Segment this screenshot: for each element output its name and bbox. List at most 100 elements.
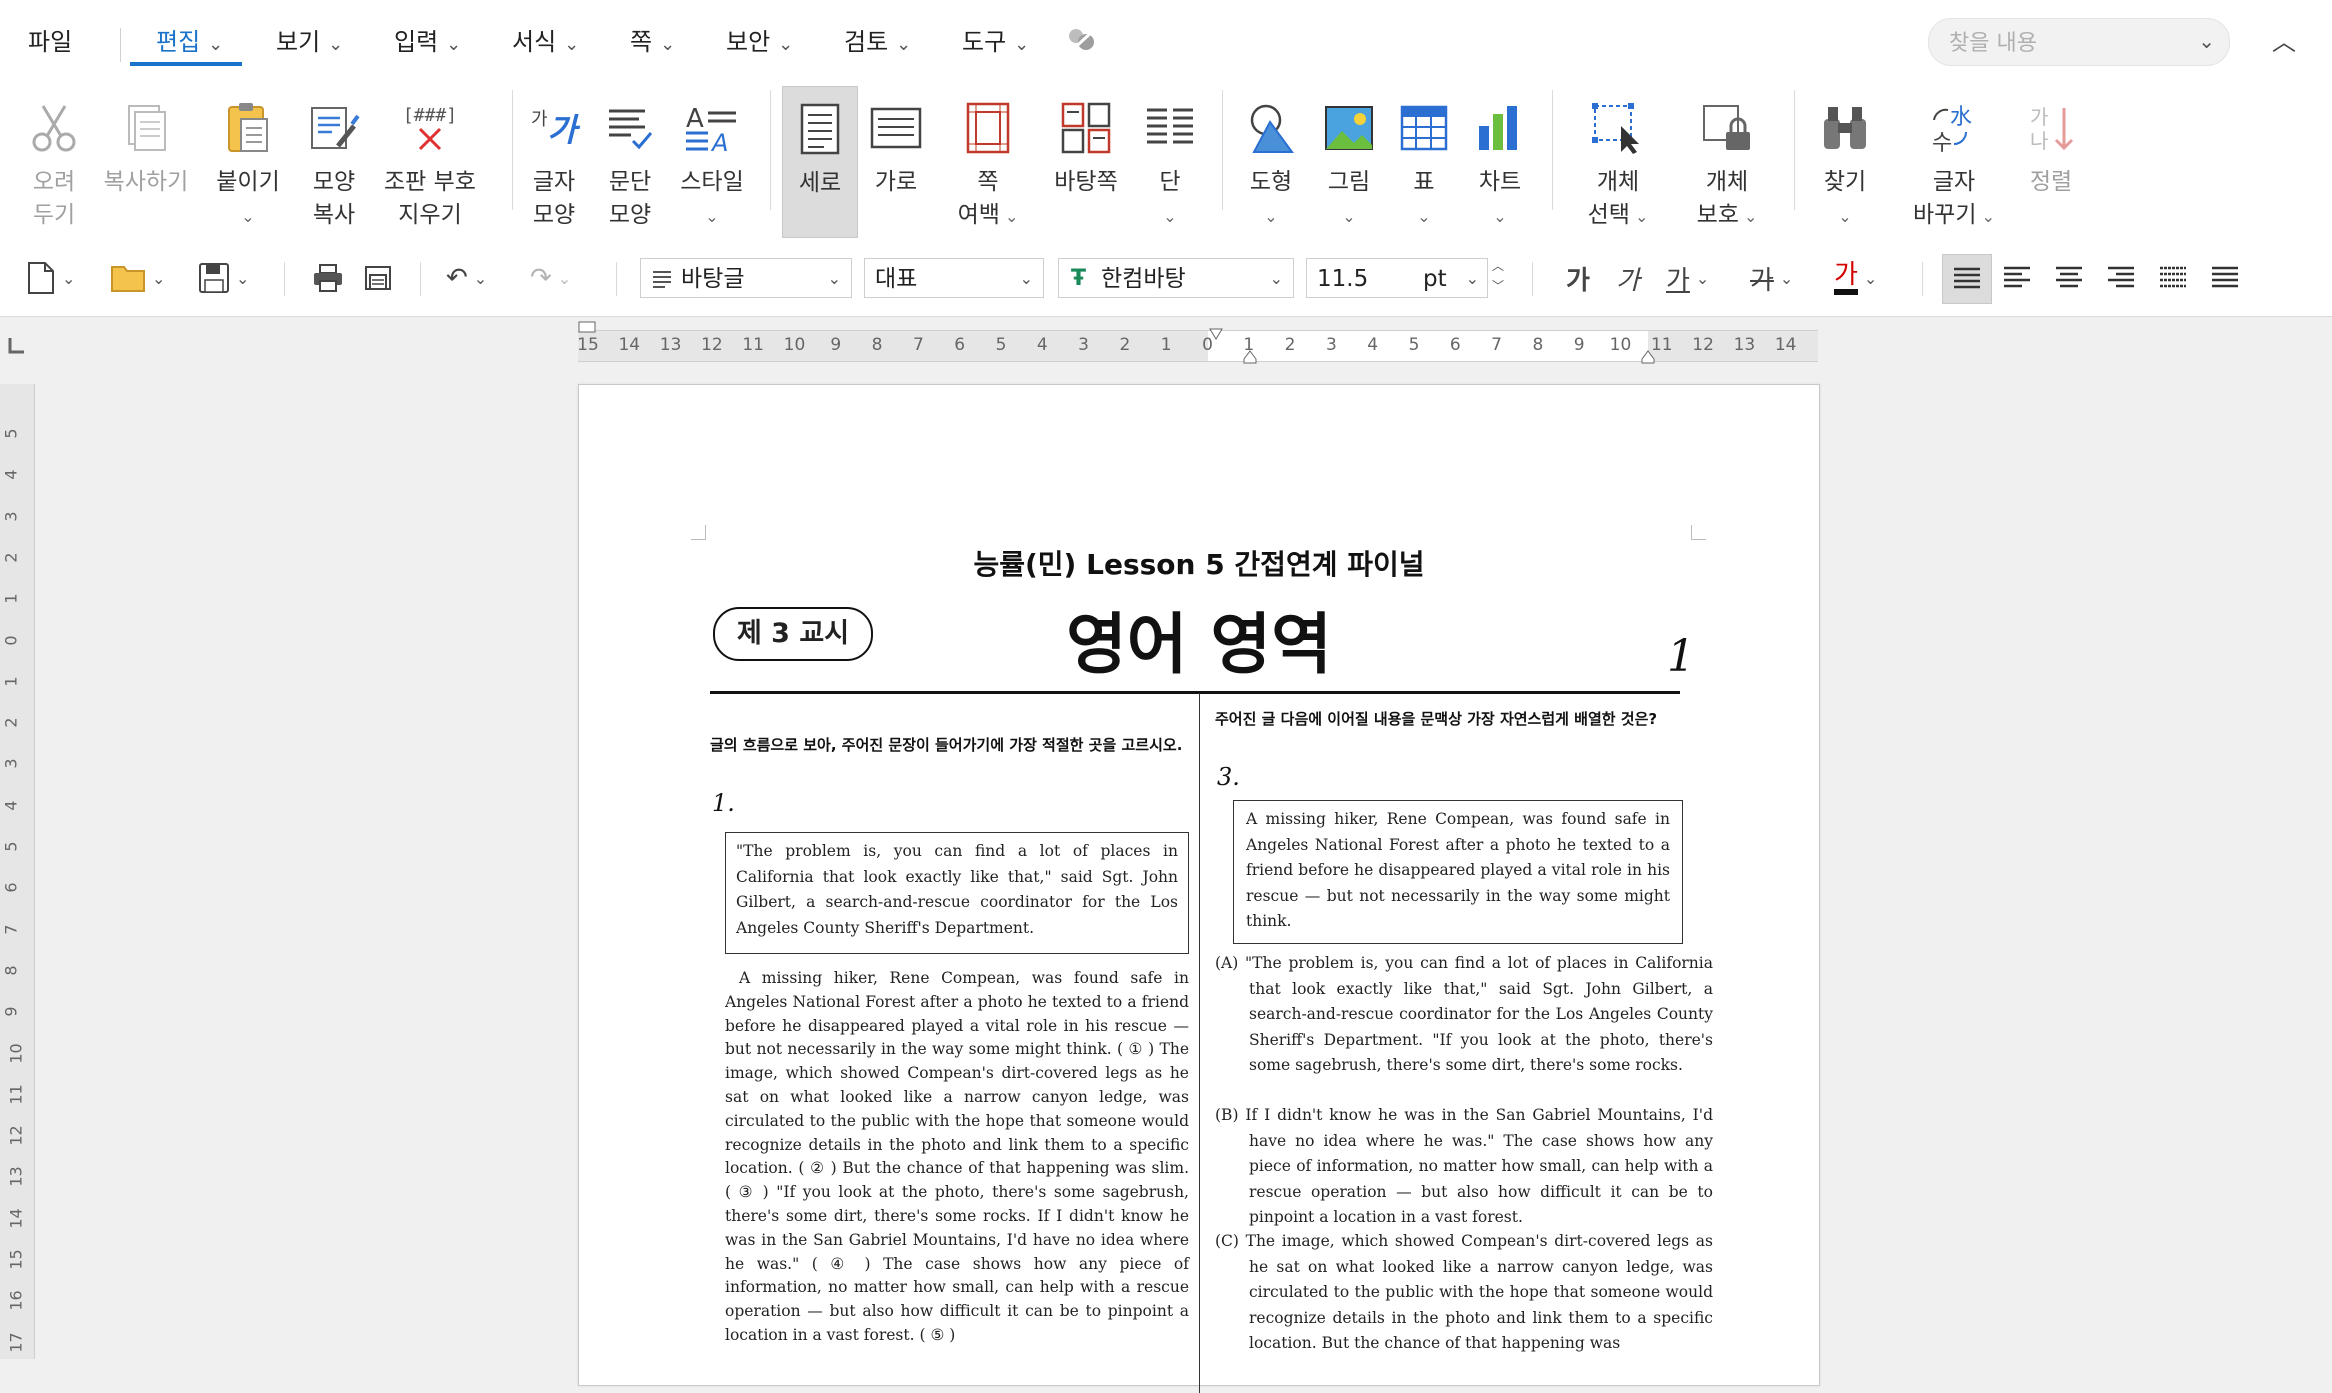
chevron-down-icon[interactable]: ⌄	[474, 269, 487, 288]
replace-button[interactable]: 水수 글자 바꾸기 ⌄	[1906, 92, 2002, 232]
chevron-down-icon[interactable]: ⌄	[1864, 269, 1877, 288]
char-shape-label: 글자 모양	[532, 169, 576, 228]
select-object-button[interactable]: 개체 선택 ⌄	[1576, 92, 1660, 232]
style-select[interactable]: 바탕글 ⌄	[640, 258, 852, 298]
bold-button[interactable]: 가	[1566, 258, 1590, 298]
menu-review[interactable]: 검토 ⌄	[844, 22, 911, 62]
columns-button[interactable]: 단 ⌄	[1136, 92, 1204, 232]
font-size-field[interactable]: 11.5 pt ⌄	[1306, 258, 1488, 298]
paste-button[interactable]: 붙이기 ⌄	[206, 92, 290, 232]
menu-security[interactable]: 보안 ⌄	[726, 22, 793, 62]
menu-edit[interactable]: 편집 ⌄	[156, 22, 223, 62]
ruler-margin-marker-icon[interactable]	[578, 321, 596, 333]
char-shape-button[interactable]: 가가 글자 모양	[520, 92, 588, 232]
page-margin-button[interactable]: 쪽 여백 ⌄	[948, 92, 1028, 232]
align-justify-button[interactable]	[1942, 254, 1992, 304]
chevron-down-icon[interactable]: ⌄	[152, 269, 165, 288]
chevron-down-icon[interactable]: ⌄	[236, 269, 249, 288]
horizontal-ruler[interactable]: 15 14 13 12 11 10 9 8 7 6 5 4 3 2 1 0 1 2 3 4 5 6 7 8 9 10 11 12 13 1…	[577, 321, 1818, 365]
para-shape-label: 문단 모양	[608, 169, 652, 228]
master-page-button[interactable]: 바탕쪽	[1046, 92, 1126, 232]
portrait-button[interactable]: 세로	[782, 86, 858, 238]
print-button[interactable]	[312, 258, 344, 298]
underline-button[interactable]: 가 ⌄	[1666, 258, 1709, 298]
ruler-number: 8	[871, 335, 883, 355]
menu-page[interactable]: 쪽 ⌄	[630, 22, 675, 62]
landscape-button[interactable]: 가로	[862, 92, 930, 232]
collapse-ribbon-icon[interactable]: ︿	[2272, 22, 2296, 57]
font-size-down-icon[interactable]: ﹀	[1492, 276, 1504, 296]
search-input[interactable]	[1947, 27, 2181, 59]
italic-button[interactable]: 가	[1616, 258, 1640, 298]
open-folder-button[interactable]: ⌄	[110, 258, 165, 298]
ruler-number: 15	[577, 335, 599, 355]
lock-icon	[1682, 98, 1772, 158]
ruler-number: 9	[1, 1006, 21, 1017]
divide-button[interactable]	[2210, 258, 2240, 298]
collaboration-icon[interactable]	[1064, 24, 1098, 64]
sort-button[interactable]: 가나 정렬	[2018, 92, 2084, 232]
save-button[interactable]: ⌄	[198, 258, 249, 298]
ruler-number: 6	[1, 882, 21, 893]
replace-label: 글자 바꾸기 ⌄	[1913, 169, 1995, 228]
format-copy-button[interactable]: 모양 복사	[296, 92, 372, 232]
font-size-stepper[interactable]: ︿ ﹀	[1492, 256, 1504, 296]
cut-button[interactable]: 오려 두기	[18, 92, 90, 232]
copy-button[interactable]: 복사하기	[96, 92, 196, 232]
chart-button[interactable]: 차트 ⌄	[1464, 92, 1536, 232]
ribbon-separator	[1552, 90, 1553, 210]
ruler-number: 6	[1449, 335, 1461, 355]
para-shape-button[interactable]: 문단 모양	[596, 92, 664, 232]
ruler-number: 3	[1325, 335, 1337, 355]
distribute-button[interactable]	[2158, 258, 2188, 298]
font-color-button[interactable]: 가 ⌄	[1834, 258, 1877, 298]
right-indent-marker-icon[interactable]	[1640, 349, 1656, 365]
ruler-corner[interactable]	[0, 318, 36, 364]
picture-button[interactable]: 그림 ⌄	[1314, 92, 1384, 232]
shape-button[interactable]: 도형 ⌄	[1236, 92, 1306, 232]
svg-text:水: 水	[1950, 105, 1972, 130]
style-button[interactable]: AA 스타일 ⌄	[670, 92, 754, 232]
menu-file[interactable]: 파일	[28, 22, 72, 62]
menu-page-label: 쪽	[630, 28, 653, 56]
protect-object-button[interactable]: 개체 보호 ⌄	[1682, 92, 1772, 232]
redo-button[interactable]: ↷ ⌄	[530, 258, 571, 298]
font-size-up-icon[interactable]: ︿	[1492, 256, 1504, 276]
language-select[interactable]: 대표 ⌄	[864, 258, 1044, 298]
font-select-value: 한컴바탕	[1101, 266, 1186, 292]
chevron-down-icon[interactable]: ⌄	[558, 269, 571, 288]
menu-format[interactable]: 서식 ⌄	[512, 22, 579, 62]
align-right-button[interactable]	[2106, 258, 2136, 298]
chevron-down-icon: ⌄	[1014, 34, 1030, 55]
select-object-label: 개체 선택 ⌄	[1587, 169, 1649, 228]
document-page[interactable]: 능률(민) Lesson 5 간접연계 파이널 제 3 교시 영어 영역 1 글…	[578, 384, 1820, 1393]
left-indent-marker-icon[interactable]	[1242, 349, 1258, 365]
portrait-label: 세로	[798, 170, 842, 196]
chevron-down-icon[interactable]: ⌄	[1780, 269, 1793, 288]
divide-align-icon	[2212, 266, 2238, 288]
find-button[interactable]: 찾기 ⌄	[1810, 92, 1880, 232]
align-center-button[interactable]	[2054, 258, 2084, 298]
select-object-icon	[1576, 98, 1660, 158]
menu-edit-label: 편집	[156, 28, 201, 56]
new-document-button[interactable]: ⌄	[26, 258, 75, 298]
menu-view[interactable]: 보기 ⌄	[276, 22, 343, 62]
chevron-down-icon[interactable]: ⌄	[62, 269, 75, 288]
chevron-down-icon[interactable]: ⌄	[1696, 269, 1709, 288]
tab-type-icon	[8, 338, 24, 354]
menu-tools[interactable]: 도구 ⌄	[962, 22, 1029, 62]
chevron-down-icon[interactable]: ⌄	[2198, 29, 2215, 53]
vertical-ruler[interactable]: 5 4 3 2 1 0 1 2 3 4 5 6 7 8 9 10 11 12 13 14 15 16 17	[0, 384, 35, 1359]
chevron-down-icon: ⌄	[208, 34, 224, 55]
search-box[interactable]: ⌄	[1928, 18, 2230, 66]
font-select[interactable]: Ŧ 한컴바탕 ⌄	[1058, 258, 1294, 298]
table-button[interactable]: 표 ⌄	[1390, 92, 1458, 232]
undo-button[interactable]: ↶ ⌄	[446, 258, 487, 298]
print-preview-button[interactable]	[362, 258, 394, 298]
ruler-number: 14	[618, 335, 641, 355]
menu-insert[interactable]: 입력 ⌄	[394, 22, 461, 62]
strikethrough-button[interactable]: 가 ⌄	[1750, 258, 1793, 298]
first-indent-marker-icon[interactable]	[1208, 327, 1224, 343]
clear-marks-button[interactable]: [###] 조판 부호 지우기	[378, 92, 482, 232]
align-left-button[interactable]	[2002, 258, 2032, 298]
